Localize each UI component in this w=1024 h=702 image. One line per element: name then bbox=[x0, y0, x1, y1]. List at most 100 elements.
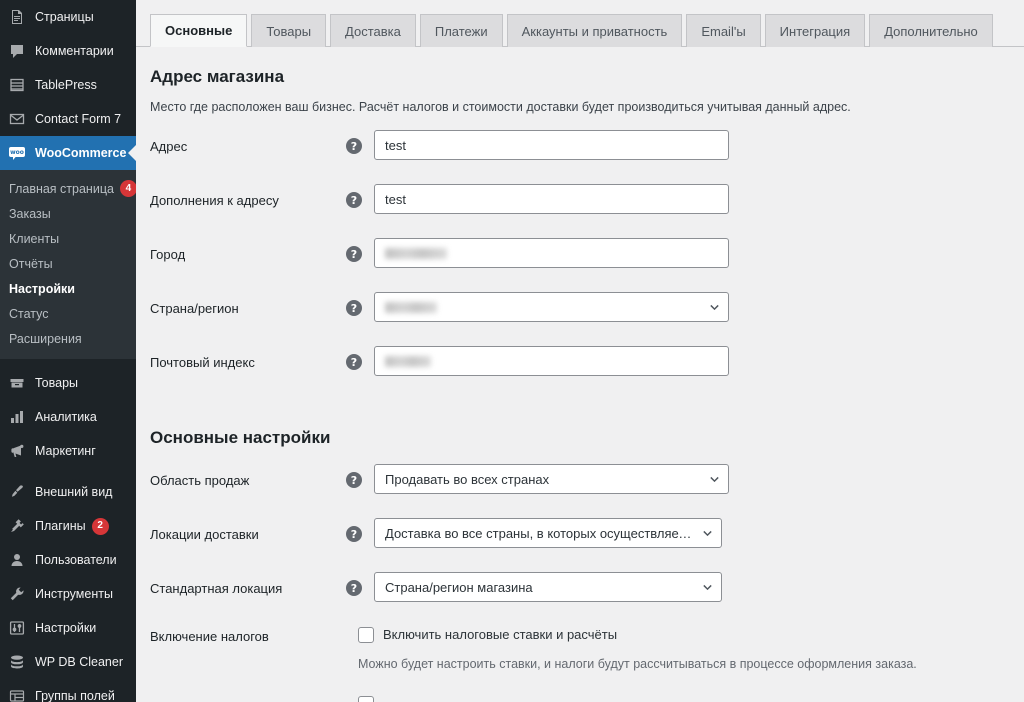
enable-taxes-label: Включить налоговые ставки и расчёты bbox=[383, 627, 618, 642]
sidebar-item-analytics[interactable]: Аналитика bbox=[0, 400, 136, 434]
next-option-checkbox[interactable] bbox=[358, 696, 374, 702]
submenu-item-label: Заказы bbox=[9, 206, 51, 221]
field-row-address-2: Дополнения к адресу ? bbox=[150, 184, 1024, 238]
submenu-item-settings[interactable]: Настройки bbox=[0, 276, 136, 301]
sidebar-item-label: Комментарии bbox=[35, 44, 114, 58]
help-icon[interactable]: ? bbox=[346, 192, 362, 208]
help-icon[interactable]: ? bbox=[346, 300, 362, 316]
help-icon[interactable]: ? bbox=[346, 580, 362, 596]
field-row-postcode: Почтовый индекс ? bbox=[150, 346, 1024, 400]
country-select[interactable] bbox=[374, 292, 729, 322]
sidebar-item-label: Плагины bbox=[35, 519, 86, 533]
sidebar-item-appearance[interactable]: Внешний вид bbox=[0, 475, 136, 509]
comments-icon bbox=[6, 41, 28, 61]
chevron-down-icon bbox=[702, 582, 712, 592]
submenu-item-label: Отчёты bbox=[9, 256, 53, 271]
next-option-checkbox-row[interactable] bbox=[358, 695, 1024, 702]
field-label: Адрес bbox=[150, 139, 188, 154]
submenu-item-label: Главная страница bbox=[9, 181, 114, 196]
sidebar-item-label: WooCommerce bbox=[35, 146, 127, 160]
sidebar-item-label: Настройки bbox=[35, 621, 97, 635]
settings-content: Адрес магазина Место где расположен ваш … bbox=[136, 47, 1024, 702]
submenu-item-customers[interactable]: Клиенты bbox=[0, 226, 136, 251]
sliders-icon bbox=[6, 618, 28, 638]
tab-integration[interactable]: Интеграция bbox=[764, 14, 866, 47]
help-icon[interactable]: ? bbox=[346, 354, 362, 370]
plugins-update-badge: 2 bbox=[91, 517, 109, 535]
submenu-item-label: Расширения bbox=[9, 331, 82, 346]
sidebar-item-tools[interactable]: Инструменты bbox=[0, 577, 136, 611]
tab-advanced[interactable]: Дополнительно bbox=[869, 14, 993, 47]
tab-label: Платежи bbox=[434, 23, 488, 39]
sidebar-item-comments[interactable]: Комментарии bbox=[0, 34, 136, 68]
wordpress-admin-screen: Страницы Комментарии TablePress Contact … bbox=[0, 0, 1024, 702]
menu-divider bbox=[0, 359, 136, 366]
redacted-value bbox=[385, 247, 447, 259]
chevron-down-icon bbox=[709, 474, 719, 484]
sidebar-item-woocommerce[interactable]: woo WooCommerce bbox=[0, 136, 136, 170]
submenu-item-reports[interactable]: Отчёты bbox=[0, 251, 136, 276]
submenu-item-home[interactable]: Главная страница 4 bbox=[0, 176, 136, 201]
field-row-selling-location: Область продаж ? Продавать во всех стран… bbox=[150, 464, 1024, 518]
svg-text:woo: woo bbox=[10, 149, 24, 156]
address-2-input[interactable] bbox=[374, 184, 729, 214]
sidebar-item-users[interactable]: Пользователи bbox=[0, 543, 136, 577]
field-label: Город bbox=[150, 247, 186, 262]
submenu-item-label: Клиенты bbox=[9, 231, 60, 246]
megaphone-icon bbox=[6, 441, 28, 461]
sidebar-item-contact-form-7[interactable]: Contact Form 7 bbox=[0, 102, 136, 136]
help-icon[interactable]: ? bbox=[346, 246, 362, 262]
sidebar-item-field-groups[interactable]: Группы полей bbox=[0, 679, 136, 702]
sidebar-item-tablepress[interactable]: TablePress bbox=[0, 68, 136, 102]
submenu-item-extensions[interactable]: Расширения bbox=[0, 326, 136, 351]
tab-label: Дополнительно bbox=[884, 23, 978, 39]
menu-divider bbox=[0, 468, 136, 475]
tab-label: Email'ы bbox=[701, 23, 746, 39]
row-spacer bbox=[358, 673, 1024, 695]
sidebar-item-pages[interactable]: Страницы bbox=[0, 0, 136, 34]
store-address-form: Адрес ? Дополнения к адресу ? bbox=[150, 130, 1024, 400]
submenu-item-label: Настройки bbox=[9, 281, 75, 296]
tab-general[interactable]: Основные bbox=[150, 14, 248, 47]
sidebar-item-label: Маркетинг bbox=[35, 444, 96, 458]
settings-tabs: Основные Товары Доставка Платежи Аккаунт… bbox=[136, 0, 1024, 47]
user-icon bbox=[6, 550, 28, 570]
selling-location-select[interactable]: Продавать во всех странах bbox=[374, 464, 729, 494]
admin-sidebar: Страницы Комментарии TablePress Contact … bbox=[0, 0, 136, 702]
selling-location-value: Продавать во всех странах bbox=[385, 471, 550, 487]
tab-payments[interactable]: Платежи bbox=[419, 14, 503, 47]
tab-products[interactable]: Товары bbox=[251, 14, 327, 47]
tab-shipping[interactable]: Доставка bbox=[330, 14, 416, 47]
help-icon[interactable]: ? bbox=[346, 138, 362, 154]
sidebar-item-label: Пользователи bbox=[35, 553, 117, 567]
sidebar-item-wp-db-cleaner[interactable]: WP DB Cleaner bbox=[0, 645, 136, 679]
address-input[interactable] bbox=[374, 130, 729, 160]
enable-taxes-checkbox-row[interactable]: Включить налоговые ставки и расчёты bbox=[358, 626, 1024, 644]
field-row-shipping-location: Локации доставки ? Доставка во все стран… bbox=[150, 518, 1024, 572]
tab-emails[interactable]: Email'ы bbox=[686, 14, 761, 47]
field-grid-icon bbox=[6, 686, 28, 702]
city-input[interactable] bbox=[374, 238, 729, 268]
tab-label: Интеграция bbox=[779, 23, 851, 39]
tab-label: Товары bbox=[266, 23, 312, 39]
sidebar-item-label: Внешний вид bbox=[35, 485, 113, 499]
pages-icon bbox=[6, 7, 28, 27]
chevron-down-icon bbox=[709, 302, 719, 312]
sidebar-item-products[interactable]: Товары bbox=[0, 366, 136, 400]
help-icon[interactable]: ? bbox=[346, 472, 362, 488]
redacted-value bbox=[385, 355, 431, 367]
sidebar-item-marketing[interactable]: Маркетинг bbox=[0, 434, 136, 468]
submenu-item-orders[interactable]: Заказы bbox=[0, 201, 136, 226]
woocommerce-icon: woo bbox=[6, 143, 28, 163]
tab-accounts-privacy[interactable]: Аккаунты и приватность bbox=[506, 14, 683, 47]
enable-taxes-checkbox[interactable] bbox=[358, 627, 374, 643]
help-icon[interactable]: ? bbox=[346, 526, 362, 542]
sidebar-item-settings[interactable]: Настройки bbox=[0, 611, 136, 645]
postcode-input[interactable] bbox=[374, 346, 729, 376]
shipping-location-value: Доставка во все страны, в которых осущес… bbox=[385, 525, 693, 541]
shipping-location-select[interactable]: Доставка во все страны, в которых осущес… bbox=[374, 518, 722, 548]
submenu-item-status[interactable]: Статус bbox=[0, 301, 136, 326]
sidebar-item-plugins[interactable]: Плагины 2 bbox=[0, 509, 136, 543]
default-location-select[interactable]: Страна/регион магазина bbox=[374, 572, 722, 602]
field-row-default-location: Стандартная локация ? Страна/регион мага… bbox=[150, 572, 1024, 626]
